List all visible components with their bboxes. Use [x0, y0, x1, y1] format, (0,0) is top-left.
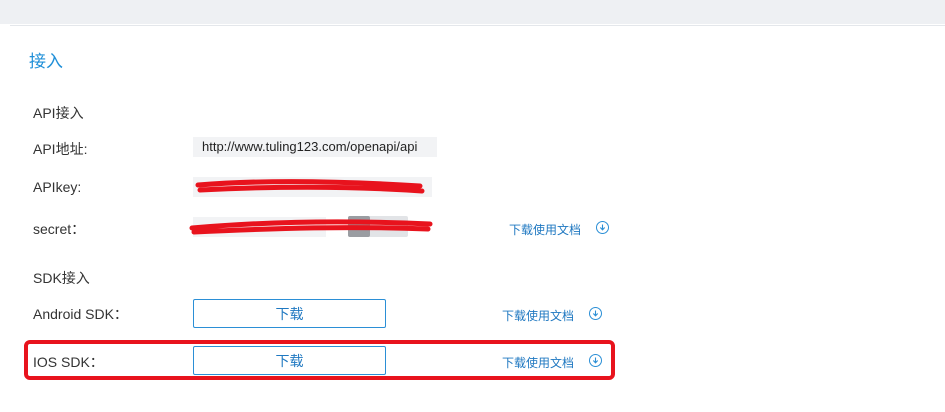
secret-doc-link[interactable]: 下载使用文档 [509, 221, 581, 238]
api-key-label: APIkey: [33, 179, 82, 195]
secret-label: secret： [33, 221, 86, 237]
api-section-heading: API接入 [33, 105, 84, 121]
header-divider [10, 25, 945, 26]
api-address-value[interactable]: http://www.tuling123.com/openapi/api [193, 137, 437, 157]
ios-highlight-box [24, 340, 615, 380]
sdk-section-heading: SDK接入 [33, 270, 90, 286]
download-circle-icon[interactable] [589, 307, 602, 320]
section-title: 接入 [29, 52, 63, 71]
top-bar [0, 0, 945, 24]
download-circle-icon[interactable] [596, 221, 609, 234]
android-doc-link[interactable]: 下载使用文档 [502, 307, 574, 324]
android-download-button[interactable]: 下载 [193, 299, 386, 328]
secret-visibility-toggle[interactable] [348, 216, 408, 237]
api-address-label: API地址: [33, 141, 88, 157]
toggle-knob [348, 216, 370, 237]
android-sdk-label: Android SDK： [33, 306, 128, 322]
secret-value[interactable] [193, 217, 326, 237]
api-key-value[interactable] [193, 177, 432, 197]
